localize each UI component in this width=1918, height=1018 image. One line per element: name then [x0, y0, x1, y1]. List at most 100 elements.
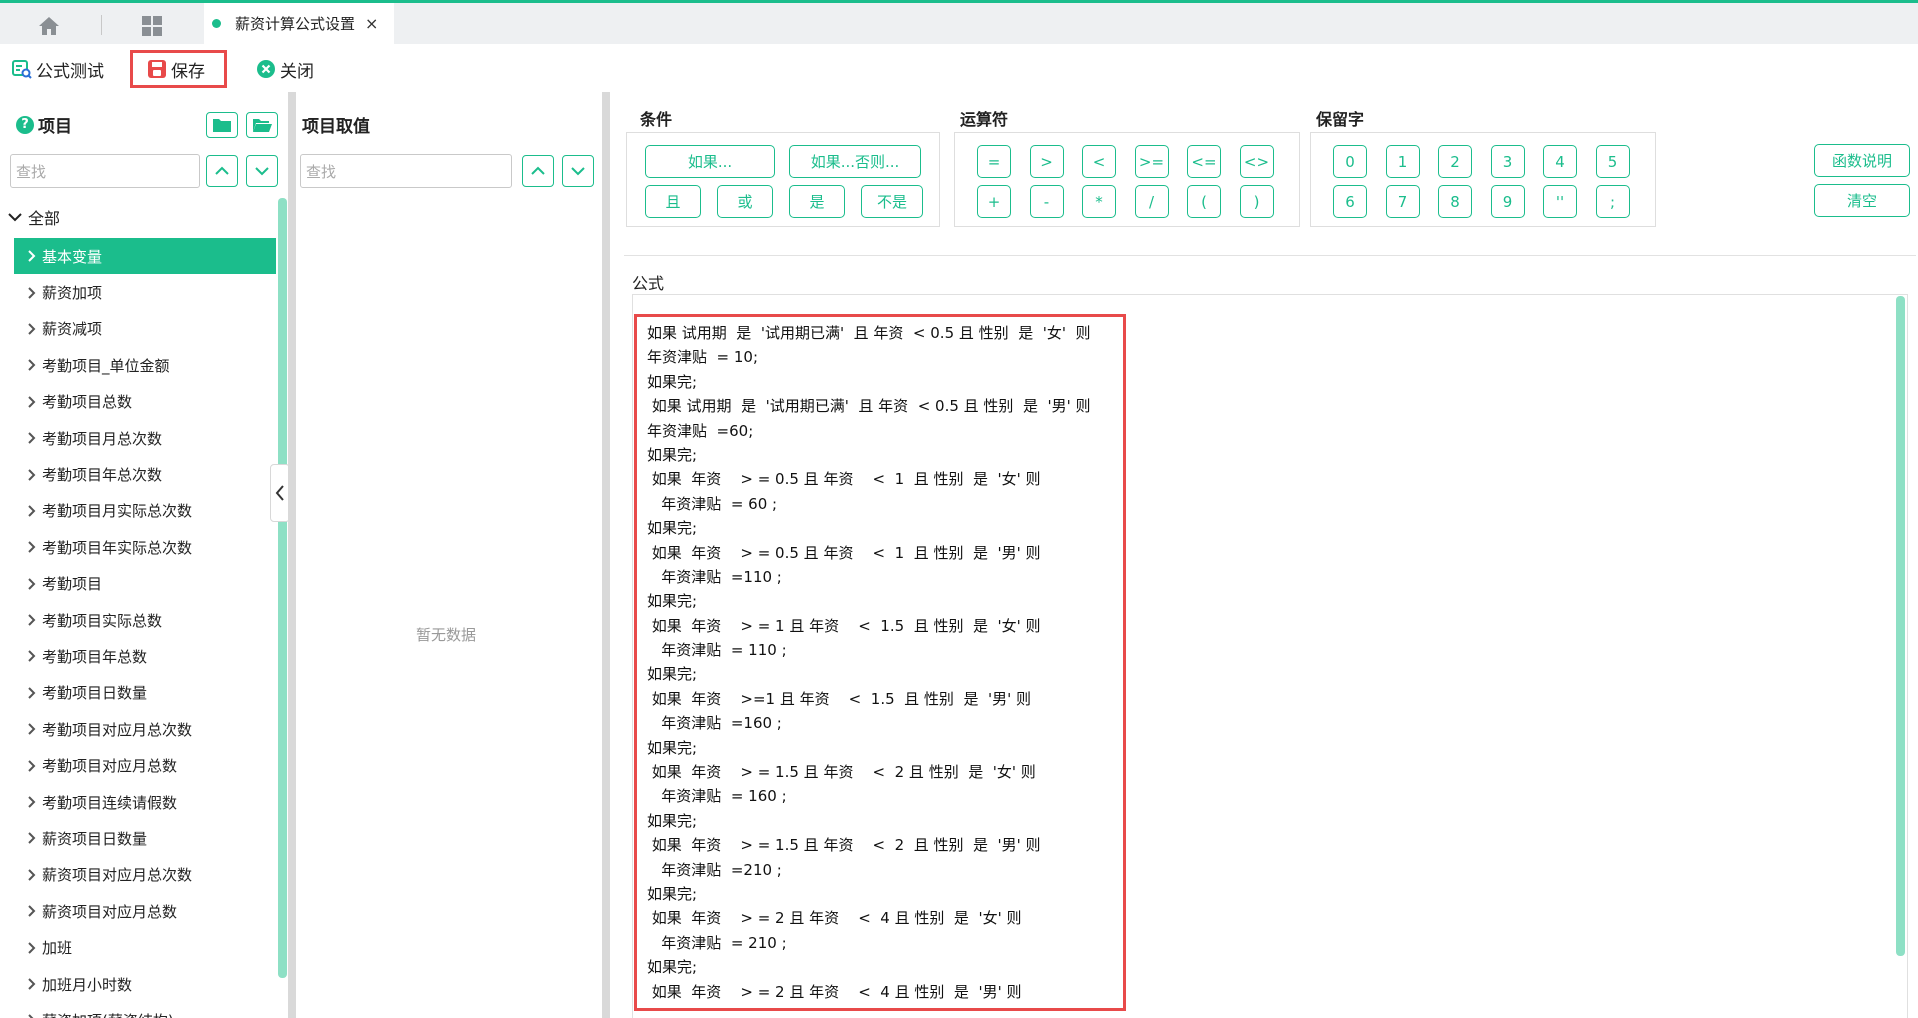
apps-grid-icon[interactable] [138, 12, 166, 40]
reserved-word-button[interactable]: 2 [1438, 145, 1472, 178]
tree-item[interactable]: 基本变量 [14, 238, 276, 275]
chevron-down-icon [571, 167, 585, 176]
tree-item[interactable]: 考勤项目年总数 [14, 638, 276, 674]
operator-button[interactable]: * [1082, 185, 1116, 218]
tree-item-label: 考勤项目日数量 [42, 684, 148, 703]
chevron-right-icon [28, 978, 36, 990]
formula-scrollbar[interactable] [1896, 296, 1905, 956]
value-search-input[interactable]: 查找 [300, 154, 512, 188]
tree-item[interactable]: 考勤项目连续请假数 [14, 784, 276, 820]
tree-item[interactable]: 考勤项目日数量 [14, 675, 276, 711]
tree-item[interactable]: 考勤项目年实际总次数 [14, 529, 276, 565]
close-circle-icon [256, 59, 276, 79]
or-button[interactable]: 或 [717, 185, 773, 218]
folder-closed-button[interactable] [206, 112, 238, 138]
folder-open-button[interactable] [246, 112, 278, 138]
reserved-word-button[interactable]: '' [1543, 185, 1577, 218]
tree-item[interactable]: 考勤项目月实际总次数 [14, 493, 276, 529]
value-search-next-button[interactable] [562, 155, 594, 187]
tree-item[interactable]: 考勤项目总数 [14, 384, 276, 420]
operator-button[interactable]: ( [1187, 185, 1221, 218]
reserved-word-button[interactable]: 1 [1385, 145, 1420, 178]
operator-button[interactable]: <> [1239, 145, 1274, 178]
reserved-word-button[interactable]: 0 [1333, 145, 1367, 178]
and-button[interactable]: 且 [645, 185, 701, 218]
formula-line: 如果 试用期 是 '试用期已满' 且 年资 < 0.5 且 性别 是 '男' 则 [647, 397, 1091, 416]
formula-label: 公式 [632, 274, 665, 293]
reserved-word-button[interactable]: 8 [1438, 185, 1472, 218]
tree-item[interactable]: 薪资项目对应月总次数 [14, 857, 276, 893]
operator-button[interactable]: <= [1187, 145, 1221, 178]
operators-title: 运算符 [960, 110, 1009, 129]
reserved-word-button[interactable]: 4 [1543, 145, 1577, 178]
panel-splitter-right[interactable] [602, 92, 610, 1018]
formula-line: 如果完; [647, 811, 698, 830]
tree-root-all[interactable]: 全部 [8, 205, 60, 229]
value-search-prev-button[interactable] [522, 155, 554, 187]
formula-line: 年资津贴 =260 ; [647, 1004, 1123, 1008]
left-scrollbar[interactable] [278, 198, 287, 978]
tree-item[interactable]: 加班 [14, 929, 276, 965]
tab-close-icon[interactable]: × [365, 14, 378, 33]
close-button[interactable]: 关闭 [256, 50, 314, 88]
reserved-group: 0 1 2 3 4 5 6 7 8 9 ''; [1310, 132, 1656, 227]
tree-item[interactable]: 考勤项目 [14, 566, 276, 602]
help-question-icon[interactable]: ? [16, 115, 34, 134]
operator-button[interactable]: ) [1239, 185, 1274, 218]
project-search-input[interactable]: 查找 [10, 154, 200, 188]
reserved-word-button[interactable]: 6 [1333, 185, 1367, 218]
formula-test-button[interactable]: 公式测试 [12, 50, 104, 88]
tree-item[interactable]: 考勤项目年总次数 [14, 456, 276, 492]
project-panel: ? 项目 查找 全部 基本变量 薪资加项 薪资减项 考勤项目_单位金额 考勤项目总数 考勤… [0, 92, 290, 1018]
tree-item[interactable]: 考勤项目月总次数 [14, 420, 276, 456]
tree-item[interactable]: 考勤项目_单位金额 [14, 347, 276, 383]
tree-item[interactable]: 加班月小时数 [14, 966, 276, 1002]
formula-line: 年资津贴 =160 ; [647, 714, 782, 733]
if-else-button[interactable]: 如果...否则... [789, 145, 921, 178]
search-prev-button[interactable] [206, 155, 238, 187]
operator-button[interactable]: / [1134, 185, 1169, 218]
is-not-button[interactable]: 不是 [861, 185, 923, 218]
clear-button[interactable]: 清空 [1814, 184, 1910, 217]
panel-splitter-left[interactable] [288, 92, 296, 1018]
close-label: 关闭 [280, 61, 314, 82]
tree-item[interactable]: 薪资加项(薪资结构) [14, 1002, 276, 1018]
operator-button[interactable]: + [977, 185, 1011, 218]
tree-item-label: 考勤项目年实际总次数 [42, 538, 193, 557]
tree-item[interactable]: 考勤项目实际总数 [14, 602, 276, 638]
conditions-group: 如果... 如果...否则... 且或是不是 [626, 132, 940, 227]
tree-item[interactable]: 考勤项目对应月总数 [14, 747, 276, 783]
operator-button[interactable]: > [1029, 145, 1064, 178]
tree-item-label: 薪资加项(薪资结构) [42, 1010, 174, 1018]
operator-button[interactable]: < [1082, 145, 1116, 178]
tree-item[interactable]: 薪资项目日数量 [14, 820, 276, 856]
conditions-title: 条件 [640, 110, 673, 129]
home-icon[interactable] [32, 12, 66, 40]
chevron-right-icon [28, 541, 36, 554]
chevron-right-icon [28, 432, 36, 444]
project-value-panel: 项目取值 查找 暂无数据 [296, 92, 602, 1018]
chevron-right-icon [28, 250, 36, 262]
tree-item[interactable]: 薪资减项 [14, 311, 276, 347]
reserved-word-button[interactable]: 7 [1385, 185, 1420, 218]
tree-item[interactable]: 薪资项目对应月总数 [14, 893, 276, 929]
tree-item[interactable]: 考勤项目对应月总次数 [14, 711, 276, 747]
formula-line: 如果 年资 > = 1.5 且 年资 < 2 且 性别 是 '男' 则 [647, 836, 1041, 855]
save-button[interactable]: 保存 [130, 50, 227, 88]
tab-salary-formula[interactable]: 薪资计算公式设置 × [204, 3, 394, 44]
search-next-button[interactable] [246, 155, 278, 187]
operator-button[interactable]: - [1029, 185, 1064, 218]
operator-button[interactable]: = [977, 145, 1011, 178]
reserved-word-button[interactable]: 9 [1490, 185, 1525, 218]
reserved-word-button[interactable]: ; [1595, 185, 1630, 218]
is-button[interactable]: 是 [789, 185, 845, 218]
tree-item[interactable]: 薪资加项 [14, 274, 276, 310]
if-button[interactable]: 如果... [645, 145, 775, 178]
collapse-panel-button[interactable] [270, 464, 290, 522]
function-help-button[interactable]: 函数说明 [1814, 144, 1910, 177]
operator-button[interactable]: >= [1134, 145, 1169, 178]
reserved-word-button[interactable]: 5 [1595, 145, 1630, 178]
reserved-word-button[interactable]: 3 [1490, 145, 1525, 178]
formula-line: 年资津贴 = 110 ; [647, 641, 787, 660]
formula-content[interactable]: 如果 试用期 是 '试用期已满' 且 年资 < 0.5 且 性别 是 '女' 则… [634, 314, 1126, 1011]
